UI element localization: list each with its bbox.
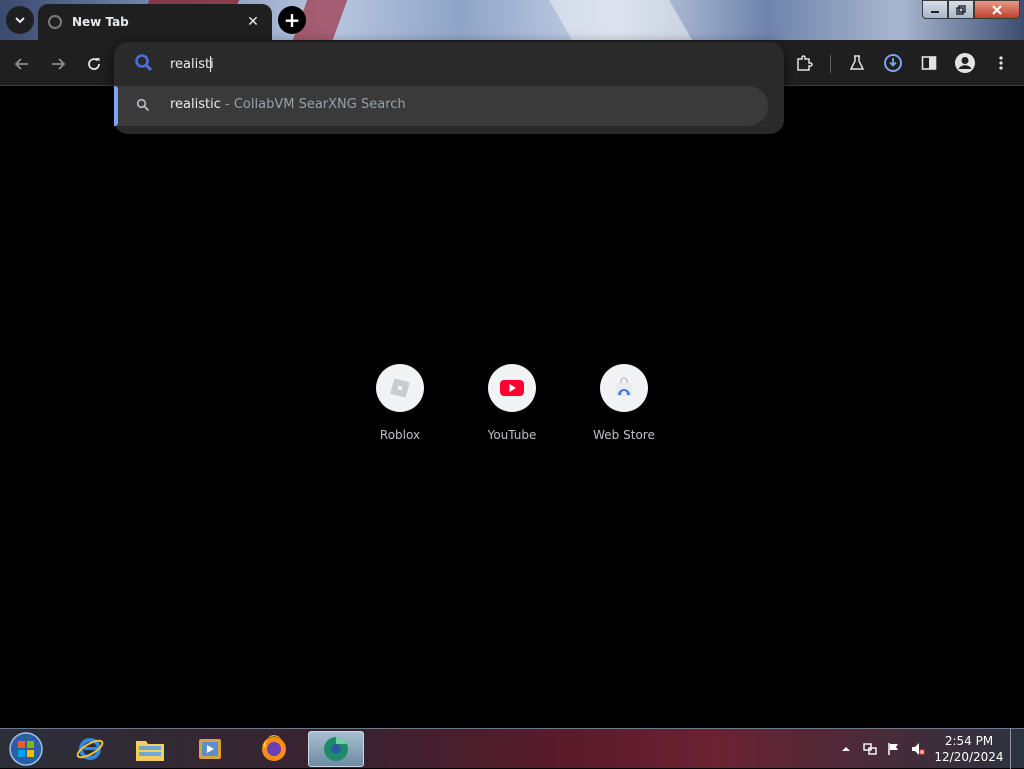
taskbar-file-explorer[interactable] <box>122 731 178 767</box>
system-tray: 2:54 PM 12/20/2024 <box>834 729 1024 769</box>
shortcut-roblox[interactable]: Roblox <box>350 364 450 442</box>
omnibox-popup: realistic - CollabVM SearXNG Search <box>114 42 784 134</box>
windows-orb-icon <box>9 732 43 766</box>
taskbar-firefox[interactable] <box>246 731 302 767</box>
taskbar-chrome-active[interactable] <box>308 731 364 767</box>
start-button[interactable] <box>4 731 48 767</box>
side-panel-button[interactable] <box>917 51 941 75</box>
tab-search-button[interactable] <box>6 6 34 34</box>
tab-strip: New Tab ✕ + <box>0 0 1024 40</box>
show-desktop-button[interactable] <box>1010 729 1024 769</box>
roblox-icon <box>390 378 410 398</box>
clock-time: 2:54 PM <box>944 734 994 748</box>
downloads-button[interactable] <box>881 51 905 75</box>
shortcut-label: Web Store <box>593 428 655 442</box>
suggestion-query: realistic <box>170 97 221 112</box>
youtube-icon <box>500 380 524 396</box>
back-button[interactable] <box>10 52 34 76</box>
windows-taskbar: 2:54 PM 12/20/2024 <box>0 728 1024 769</box>
media-player-icon <box>199 739 221 759</box>
chevron-down-icon <box>15 17 25 24</box>
flag-icon <box>888 743 898 755</box>
puzzle-icon <box>797 55 813 71</box>
web-store-icon <box>616 377 632 397</box>
side-panel-icon <box>921 56 937 70</box>
text-caret <box>210 56 211 72</box>
network-tray-icon[interactable] <box>860 739 880 759</box>
suggestion-source: CollabVM SearXNG Search <box>233 97 406 112</box>
action-center-tray-icon[interactable] <box>884 739 904 759</box>
shortcut-icon-wrapper <box>376 364 424 412</box>
maximize-button[interactable] <box>948 0 974 19</box>
restore-icon <box>956 4 966 15</box>
labs-button[interactable] <box>845 51 869 75</box>
close-icon <box>992 4 1002 15</box>
browser-icon <box>324 736 348 761</box>
more-vert-icon <box>999 56 1003 70</box>
arrow-right-icon <box>52 58 66 70</box>
network-icon <box>863 743 877 755</box>
taskbar-clock[interactable]: 2:54 PM 12/20/2024 <box>934 733 1004 765</box>
shortcut-youtube[interactable]: YouTube <box>462 364 562 442</box>
show-hidden-icons-button[interactable] <box>836 739 856 759</box>
clock-date: 12/20/2024 <box>934 750 1004 764</box>
wallpaper-shape <box>545 0 695 40</box>
minimize-button[interactable] <box>922 0 948 19</box>
minimize-icon <box>931 10 939 13</box>
shortcut-web-store[interactable]: Web Store <box>574 364 674 442</box>
tab-title: New Tab <box>72 15 129 29</box>
window-controls <box>922 0 1020 19</box>
suggestion-text: realistic - CollabVM SearXNG Search <box>170 97 406 112</box>
toolbar-divider <box>830 55 831 73</box>
taskbar-internet-explorer[interactable] <box>62 731 118 767</box>
flask-icon <box>849 55 865 70</box>
shortcut-label: YouTube <box>487 428 537 442</box>
volume-muted-icon <box>912 743 925 755</box>
selected-indicator <box>114 86 118 126</box>
forward-button[interactable] <box>46 52 70 76</box>
avatar-icon <box>955 53 975 73</box>
profile-button[interactable] <box>953 51 977 75</box>
shortcut-icon-wrapper <box>600 364 648 412</box>
new-tab-button[interactable]: + <box>278 6 306 34</box>
reload-icon <box>88 58 100 70</box>
globe-icon <box>48 15 62 29</box>
download-icon <box>884 54 902 72</box>
close-tab-icon[interactable]: ✕ <box>244 14 262 30</box>
close-window-button[interactable] <box>974 0 1020 19</box>
folder-icon <box>136 741 164 761</box>
reload-button[interactable] <box>82 52 106 76</box>
volume-tray-icon[interactable] <box>908 739 928 759</box>
taskbar-media-player[interactable] <box>182 731 238 767</box>
firefox-icon <box>262 735 286 761</box>
search-icon <box>135 54 153 72</box>
shortcut-label: Roblox <box>379 428 421 442</box>
extensions-button[interactable] <box>792 51 816 75</box>
arrow-left-icon <box>14 58 28 70</box>
internet-explorer-icon <box>76 738 104 760</box>
omnibox-suggestion[interactable]: realistic - CollabVM SearXNG Search <box>114 86 768 126</box>
menu-button[interactable] <box>989 51 1013 75</box>
shortcut-icon-wrapper <box>488 364 536 412</box>
suggestion-separator: - <box>220 97 234 112</box>
chevron-up-icon <box>842 747 850 751</box>
address-bar-input[interactable] <box>170 52 760 76</box>
search-icon <box>136 98 150 112</box>
tab-new-tab[interactable]: New Tab ✕ <box>38 4 272 40</box>
